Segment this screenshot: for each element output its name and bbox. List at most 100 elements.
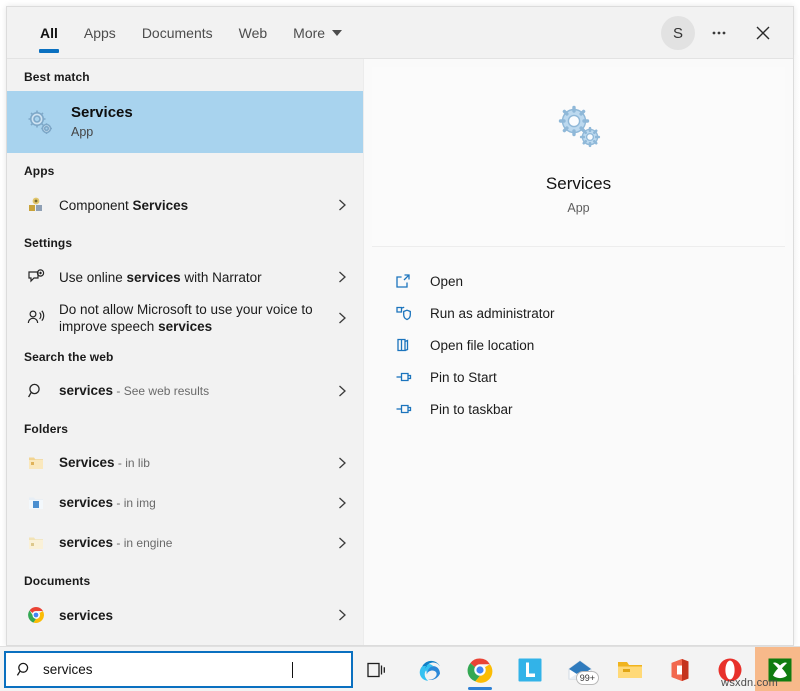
group-header-best-match: Best match (7, 59, 363, 91)
text-cursor (292, 662, 293, 678)
group-header-settings: Settings (7, 225, 363, 257)
tab-all[interactable]: All (27, 7, 71, 59)
label-match: services (59, 383, 113, 398)
best-match-text: Services App (71, 103, 133, 141)
result-label: services - in engine (59, 534, 331, 552)
l-app-icon[interactable] (505, 647, 555, 691)
group-header-apps: Apps (7, 153, 363, 185)
label-match: services (158, 319, 212, 334)
services-gear-icon (551, 99, 607, 160)
close-icon[interactable] (743, 13, 783, 53)
tab-list: All Apps Documents Web More (7, 7, 355, 59)
chevron-right-icon[interactable] (331, 608, 353, 622)
watermark: wsxdn.com (721, 677, 778, 689)
chrome-icon[interactable] (455, 647, 505, 691)
action-run-as-administrator[interactable]: Run as administrator (390, 297, 793, 329)
result-label: Use online services with Narrator (59, 269, 331, 286)
preview-column: Services App Open (363, 59, 793, 645)
tab-web[interactable]: Web (226, 7, 281, 59)
search-tabbar: All Apps Documents Web More S (7, 7, 793, 59)
tab-web-label: Web (239, 25, 268, 41)
group-header-documents: Documents (7, 563, 363, 595)
label-suffix: - See web results (113, 384, 209, 398)
result-label: Do not allow Microsoft to use your voice… (59, 301, 331, 335)
tab-more[interactable]: More (280, 7, 355, 59)
results-column[interactable]: Best match (7, 59, 363, 645)
pin-icon (390, 399, 416, 419)
preview-actions: Open Run as administrator (364, 247, 793, 425)
action-label: Open (430, 274, 463, 289)
tab-documents[interactable]: Documents (129, 7, 226, 59)
chevron-right-icon[interactable] (331, 384, 353, 398)
action-label: Pin to Start (430, 370, 497, 385)
group-header-search-the-web: Search the web (7, 339, 363, 371)
group-header-folders: Folders (7, 411, 363, 443)
result-label: Component Services (59, 197, 331, 214)
action-label: Run as administrator (430, 306, 555, 321)
avatar[interactable]: S (661, 16, 695, 50)
search-flyout: All Apps Documents Web More S (6, 6, 794, 646)
preview-subtitle: App (567, 201, 589, 215)
result-label: services (59, 607, 331, 624)
result-row-folder-engine[interactable]: services - in engine (7, 523, 363, 563)
search-body: Best match (7, 59, 793, 645)
action-pin-to-start[interactable]: Pin to Start (390, 361, 793, 393)
label-suffix: - in engine (113, 536, 172, 550)
avatar-initial: S (673, 25, 683, 42)
chevron-right-icon[interactable] (331, 536, 353, 550)
services-gear-icon (21, 103, 59, 141)
result-row-component-services[interactable]: Component Services (7, 185, 363, 225)
label-match: services (127, 270, 181, 285)
label-suffix: - in lib (115, 456, 150, 470)
speech-icon (21, 303, 51, 333)
result-row-web-services[interactable]: services - See web results (7, 371, 363, 411)
action-pin-to-taskbar[interactable]: Pin to taskbar (390, 393, 793, 425)
folder-open-icon (390, 335, 416, 355)
label-match: Services (133, 198, 189, 213)
search-input[interactable] (43, 662, 293, 677)
result-row-narrator-online-services[interactable]: Use online services with Narrator (7, 257, 363, 297)
best-match-row-services[interactable]: Services App (7, 91, 363, 153)
label-suffix: - in img (113, 496, 156, 510)
component-services-icon (21, 190, 51, 220)
chevron-right-icon[interactable] (331, 496, 353, 510)
tab-documents-label: Documents (142, 25, 213, 41)
action-open-file-location[interactable]: Open file location (390, 329, 793, 361)
task-view-icon[interactable] (362, 655, 392, 685)
action-open[interactable]: Open (390, 265, 793, 297)
result-label: services - See web results (59, 382, 331, 400)
chevron-right-icon[interactable] (331, 311, 353, 325)
tab-more-label: More (293, 25, 325, 41)
result-row-document-services[interactable]: services (7, 595, 363, 635)
screen: All Apps Documents Web More S (0, 0, 800, 691)
search-icon (16, 661, 33, 678)
folder-icon (21, 448, 51, 478)
label-match: services (59, 495, 113, 510)
label-prefix: Component (59, 198, 133, 213)
chevron-right-icon[interactable] (331, 456, 353, 470)
best-match-title: Services (71, 103, 133, 123)
folder-icon (21, 528, 51, 558)
result-row-folder-lib[interactable]: Services - in lib (7, 443, 363, 483)
label-prefix: Use online (59, 270, 127, 285)
chevron-right-icon[interactable] (331, 270, 353, 284)
ellipsis-icon[interactable] (699, 13, 739, 53)
label-match: Services (59, 455, 115, 470)
mail-icon[interactable]: 99+ (555, 647, 605, 691)
preview-title: Services (546, 174, 611, 194)
result-row-folder-img[interactable]: services - in img (7, 483, 363, 523)
taskbar: 99+ (0, 646, 800, 691)
chevron-down-icon (332, 30, 342, 36)
edge-icon[interactable] (405, 647, 455, 691)
result-label: Services - in lib (59, 454, 331, 472)
file-explorer-icon[interactable] (605, 647, 655, 691)
narrator-icon (21, 262, 51, 292)
taskbar-search-box[interactable] (4, 651, 353, 688)
office-icon[interactable] (655, 647, 705, 691)
result-label: services - in img (59, 494, 331, 512)
result-row-speech-services[interactable]: Do not allow Microsoft to use your voice… (7, 297, 363, 339)
action-label: Pin to taskbar (430, 402, 513, 417)
pin-icon (390, 367, 416, 387)
chevron-right-icon[interactable] (331, 198, 353, 212)
tab-apps[interactable]: Apps (71, 7, 129, 59)
